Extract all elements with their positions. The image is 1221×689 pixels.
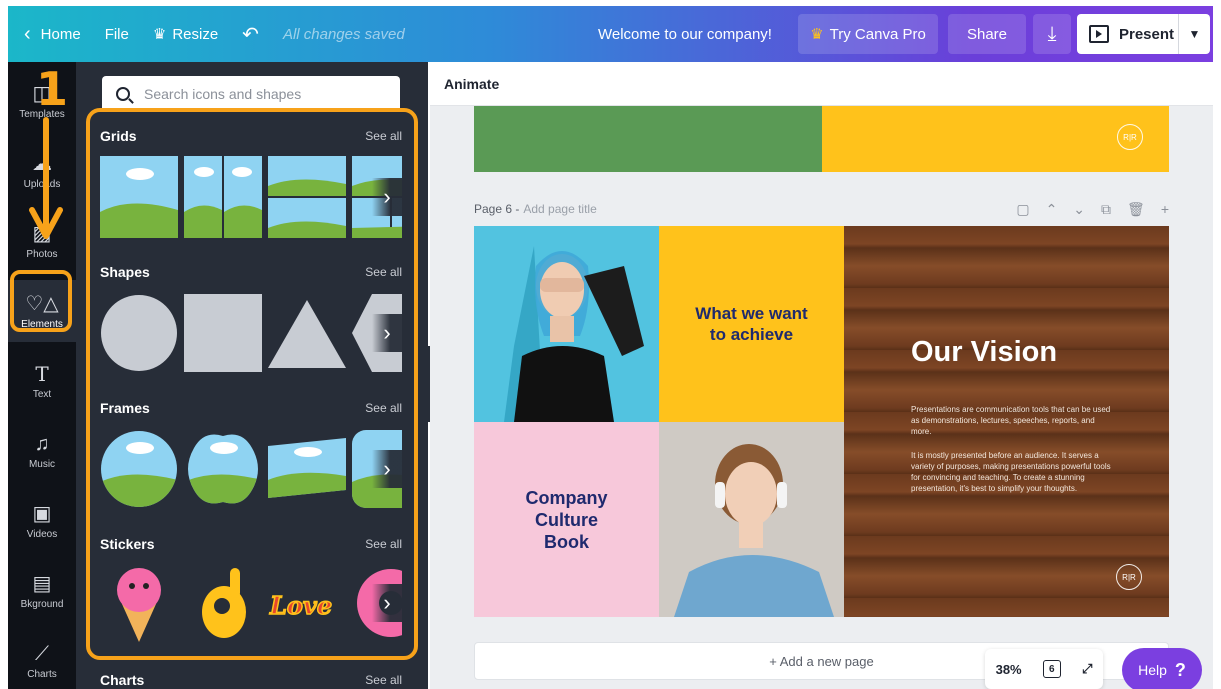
culture-text-box[interactable]: Company Culture Book: [474, 422, 659, 617]
try-pro-label: Try Canva Pro: [829, 25, 926, 43]
video-icon: ▣: [32, 502, 52, 525]
rail-item-charts[interactable]: ⟋ Charts: [8, 630, 76, 689]
rail-item-text[interactable]: T Text: [8, 350, 76, 412]
goal-text-box[interactable]: What we want to achieve: [659, 226, 844, 422]
chevron-down-icon[interactable]: ⌄: [1073, 201, 1085, 218]
brand-logo: R|R: [1117, 124, 1143, 150]
chevron-down-icon[interactable]: ▼: [1178, 14, 1210, 54]
rail-item-background[interactable]: ▤ Bkground: [8, 560, 76, 622]
design-canvas: Animate R|R Page 6 - Add page title ▢ ⌃ …: [430, 62, 1213, 689]
document-title[interactable]: Welcome to our company!: [598, 6, 772, 62]
present-icon: [1089, 25, 1109, 43]
chevron-up-icon[interactable]: ⌃: [1046, 201, 1058, 218]
elements-highlight-annotation: [10, 270, 72, 332]
section-title: Charts: [100, 672, 145, 688]
download-icon: ⤓: [1047, 22, 1057, 45]
resize-button[interactable]: ♛ Resize: [141, 6, 230, 62]
trash-icon[interactable]: 🗑: [1127, 201, 1145, 218]
rail-item-label: Videos: [26, 528, 58, 540]
page-tools: ▢ ⌃ ⌄ ⧉ 🗑 +: [1016, 201, 1169, 218]
try-canva-pro-button[interactable]: ♛ Try Canva Pro: [798, 14, 938, 54]
undo-icon: ↶: [242, 23, 259, 46]
download-button[interactable]: ⤓: [1033, 14, 1071, 54]
page-5-preview[interactable]: R|R: [474, 106, 1169, 172]
zoom-level[interactable]: 38%: [996, 662, 1022, 677]
save-status: All changes saved: [282, 25, 405, 43]
question-icon: ?: [1174, 659, 1186, 680]
see-all-link[interactable]: See all: [365, 673, 402, 687]
duplicate-icon[interactable]: ⧉: [1101, 201, 1111, 218]
rail-item-videos[interactable]: ▣ Videos: [8, 490, 76, 552]
brand-logo: R|R: [1116, 564, 1142, 590]
slide-paragraph: Presentations are communication tools th…: [911, 405, 1111, 436]
crown-icon: ♛: [152, 26, 167, 43]
crown-icon: ♛: [810, 26, 824, 43]
rail-item-label: Text: [32, 388, 52, 400]
page-count[interactable]: 6: [1042, 660, 1061, 678]
animate-button[interactable]: Animate: [430, 62, 1213, 106]
rail-item-label: Music: [28, 458, 56, 470]
text-icon: T: [35, 361, 49, 386]
help-button[interactable]: Help ?: [1122, 648, 1202, 689]
page-title-input[interactable]: Add page title: [523, 202, 596, 216]
rail-item-label: Photos: [26, 248, 58, 260]
home-button[interactable]: ‹ Home: [8, 6, 93, 62]
slide-book-title: Company Culture Book: [525, 487, 608, 552]
home-label: Home: [40, 25, 81, 43]
elements-panel: Grids See all › Shapes See all: [76, 62, 428, 689]
panel-highlight-annotation: [86, 108, 418, 660]
canva-editor: ‹ Home File ♛ Resize ↶ All changes saved…: [0, 0, 1221, 689]
slide-title: Our Vision: [911, 336, 1058, 368]
search-box[interactable]: [102, 76, 400, 112]
zoom-controls: 38% 6 ⤢: [985, 649, 1103, 689]
rail-item-label: Bkground: [20, 598, 64, 610]
slide-subtitle: What we want to achieve: [695, 304, 808, 344]
rail-item-music[interactable]: ♫ Music: [8, 420, 76, 482]
chevron-left-icon: ‹: [24, 22, 31, 45]
section-header-charts: Charts See all: [100, 672, 402, 688]
arrow-down-annotation: [29, 117, 63, 239]
file-menu[interactable]: File: [93, 6, 141, 62]
slide-paragraph: It is mostly presented before an audienc…: [911, 451, 1111, 493]
note-icon[interactable]: ▢: [1016, 201, 1029, 218]
charts-icon: ⟋: [35, 642, 49, 665]
top-toolbar: ‹ Home File ♛ Resize ↶ All changes saved…: [8, 6, 1213, 62]
rail-item-label: Charts: [27, 668, 57, 680]
present-button[interactable]: Present ▼: [1077, 14, 1210, 54]
search-icon: [116, 87, 130, 101]
woman-photo[interactable]: [474, 226, 659, 422]
help-label: Help: [1138, 662, 1167, 678]
file-label: File: [104, 25, 129, 43]
present-label: Present: [1119, 25, 1175, 43]
plus-icon[interactable]: +: [1161, 201, 1169, 218]
share-button[interactable]: Share: [948, 14, 1026, 54]
resize-label: Resize: [172, 25, 219, 43]
fullscreen-icon[interactable]: ⤢: [1082, 661, 1092, 677]
search-input[interactable]: [144, 86, 384, 102]
headphones-photo[interactable]: [659, 422, 844, 617]
step-number-annotation: 1: [36, 62, 69, 116]
vision-panel[interactable]: Our Vision Presentations are communicati…: [844, 226, 1169, 617]
undo-button[interactable]: ↶: [230, 6, 271, 62]
background-icon: ▤: [32, 572, 52, 595]
page-label: Page 6 -: [474, 202, 520, 216]
green-block: [474, 106, 822, 172]
music-icon: ♫: [34, 432, 50, 455]
page-6-slide[interactable]: What we want to achieve Company Culture …: [474, 226, 1169, 617]
page-header: Page 6 - Add page title ▢ ⌃ ⌄ ⧉ 🗑 +: [474, 196, 1169, 222]
